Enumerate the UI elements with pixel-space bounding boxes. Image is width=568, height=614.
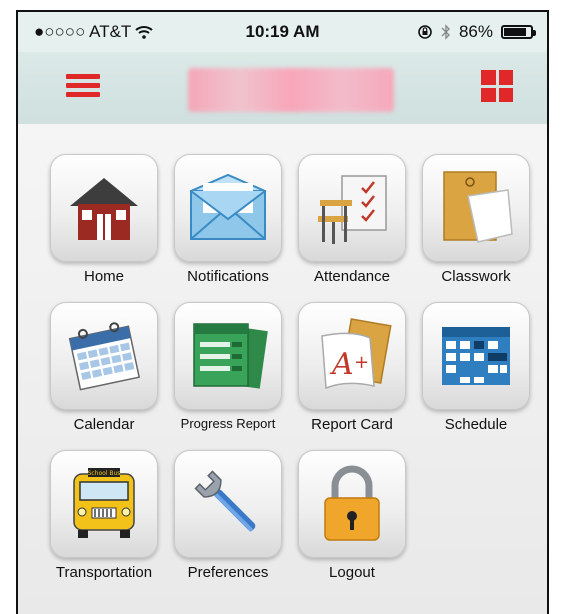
- transportation-button[interactable]: School Bus: [50, 450, 158, 558]
- folder-papers-icon: [443, 171, 513, 243]
- tile-transportation[interactable]: School Bus Transportation: [46, 450, 162, 581]
- tile-progress-report[interactable]: Progress Report: [170, 302, 286, 431]
- school-bus-icon: School Bus: [73, 468, 135, 538]
- nav-bar: [18, 52, 547, 125]
- tile-label: Schedule: [444, 416, 508, 433]
- calendar-button[interactable]: [50, 302, 158, 410]
- bus-sign-text: School Bus: [88, 470, 121, 477]
- status-indicators: 86%: [417, 22, 536, 42]
- logout-button[interactable]: [298, 450, 406, 558]
- preferences-button[interactable]: [174, 450, 282, 558]
- classwork-button[interactable]: [422, 154, 530, 262]
- menu-button[interactable]: [66, 70, 100, 104]
- school-desk-checklist-icon: [318, 175, 387, 244]
- tile-preferences[interactable]: Preferences: [170, 450, 286, 581]
- svg-text:+: +: [354, 352, 369, 373]
- tile-home[interactable]: Home: [46, 154, 162, 285]
- report-card-button[interactable]: A +: [298, 302, 406, 410]
- tile-label: Transportation: [55, 564, 153, 581]
- battery-icon: [501, 25, 536, 39]
- home-button[interactable]: [50, 154, 158, 262]
- report-card-icon: A +: [321, 318, 392, 390]
- tile-classwork[interactable]: Classwork: [418, 154, 534, 285]
- tile-label: Notifications: [187, 268, 269, 285]
- tile-label: Logout: [329, 564, 375, 581]
- progress-report-icon: [193, 323, 268, 389]
- tile-attendance[interactable]: Attendance: [294, 154, 410, 285]
- wrench-icon: [194, 470, 256, 532]
- tile-notifications[interactable]: Notifications: [170, 154, 286, 285]
- grid-view-button[interactable]: [481, 70, 513, 102]
- schedule-button[interactable]: [422, 302, 530, 410]
- status-bar: ●○○○○ AT&T 10:19 AM 86%: [18, 12, 547, 52]
- bluetooth-icon: [441, 24, 450, 40]
- tile-label: Report Card: [311, 416, 393, 433]
- calendar-icon: [68, 322, 141, 391]
- phone-screen: ●○○○○ AT&T 10:19 AM 86% Home Notificatio…: [16, 10, 549, 614]
- tile-logout[interactable]: Logout: [294, 450, 410, 581]
- attendance-button[interactable]: [298, 154, 406, 262]
- tile-label: Preferences: [187, 564, 269, 581]
- house-icon: [70, 178, 138, 240]
- tile-report-card[interactable]: A + Report Card: [294, 302, 410, 433]
- tile-label: Attendance: [314, 268, 390, 285]
- schedule-icon: [442, 327, 510, 385]
- notifications-button[interactable]: [174, 154, 282, 262]
- svg-text:A: A: [329, 347, 354, 382]
- progress-report-button[interactable]: [174, 302, 282, 410]
- tile-label: Calendar: [73, 416, 135, 433]
- tile-schedule[interactable]: Schedule: [418, 302, 534, 433]
- rotation-lock-icon: [418, 25, 432, 39]
- tile-calendar[interactable]: Calendar: [46, 302, 162, 433]
- tile-label: Home: [83, 268, 124, 285]
- menu-grid: Home Notifications Attendance Classwork …: [18, 124, 547, 614]
- tile-label: Progress Report: [180, 416, 276, 431]
- padlock-icon: [324, 465, 380, 541]
- battery-percent: 86%: [458, 22, 493, 41]
- envelope-icon: [190, 173, 266, 240]
- blurred-title: [188, 68, 394, 112]
- tile-label: Classwork: [441, 268, 511, 285]
